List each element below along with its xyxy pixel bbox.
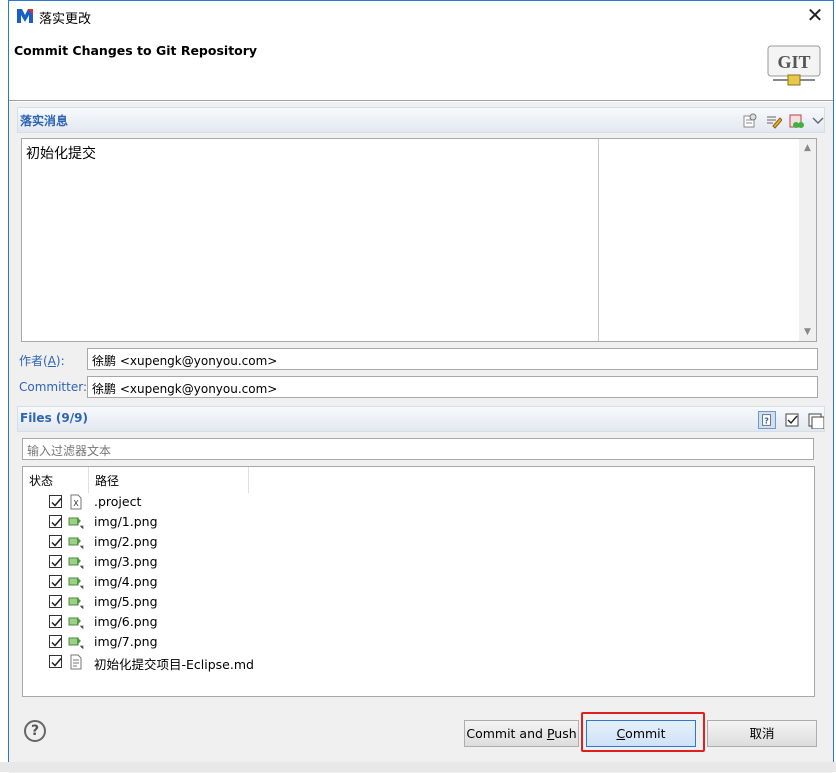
new-file-icon xyxy=(68,537,84,549)
column-header-status[interactable]: 状态 xyxy=(23,467,89,493)
column-header-path[interactable]: 路径 xyxy=(89,467,249,493)
text-file-icon xyxy=(70,654,82,670)
commit-and-push-button[interactable]: Commit and Push xyxy=(464,720,579,747)
file-name: img/5.png xyxy=(94,594,158,609)
table-row[interactable]: img/4.png xyxy=(23,572,814,592)
app-logo-icon xyxy=(17,9,33,23)
author-input[interactable]: 徐鹏 <xupengk@yonyou.com> xyxy=(87,348,818,370)
new-file-icon xyxy=(68,577,84,589)
background-taskbar-edge xyxy=(0,762,836,772)
file-checkbox[interactable] xyxy=(49,615,62,628)
svg-text:?: ? xyxy=(764,417,769,426)
scroll-down-chevron-icon[interactable]: ▼ xyxy=(802,327,813,337)
author-label: 作者(A): xyxy=(19,352,65,369)
new-file-icon xyxy=(68,617,84,629)
file-name: img/2.png xyxy=(94,534,158,549)
author-label-suffix: ): xyxy=(55,354,65,368)
close-button[interactable]: ✕ xyxy=(801,3,829,29)
files-table: 状态 路径 X .project img/1.png img/2.png img… xyxy=(22,466,815,697)
file-name: .project xyxy=(94,494,142,509)
table-row[interactable]: X .project xyxy=(23,492,814,512)
committer-input[interactable]: 徐鹏 <xupengk@yonyou.com> xyxy=(87,376,818,398)
new-file-icon xyxy=(68,637,84,649)
git-logo-text: GIT xyxy=(777,52,810,72)
file-checkbox[interactable] xyxy=(49,555,62,568)
file-name: img/3.png xyxy=(94,554,158,569)
dialog-header: Commit Changes to Git Repository GIT xyxy=(9,31,833,101)
file-name: img/4.png xyxy=(94,574,158,589)
commit-message-text[interactable]: 初始化提交 xyxy=(26,143,96,163)
file-checkbox[interactable] xyxy=(49,655,62,668)
file-filter-input[interactable]: 输入过滤器文本 xyxy=(22,438,814,460)
deselect-all-checkbox-icon[interactable] xyxy=(806,411,824,429)
files-section-title: Files (9/9) xyxy=(20,411,88,425)
help-icon[interactable]: ? xyxy=(24,720,46,742)
commit-dialog: 落实更改 ✕ Commit Changes to Git Repository … xyxy=(8,0,834,773)
window-title: 落实更改 xyxy=(39,12,92,27)
table-row[interactable]: img/2.png xyxy=(23,532,814,552)
title-bar: 落实更改 ✕ xyxy=(9,1,833,31)
file-name: img/6.png xyxy=(94,614,158,629)
table-row[interactable]: img/5.png xyxy=(23,592,814,612)
commit-message-editor[interactable]: 初始化提交 ▲ ▼ xyxy=(21,138,817,342)
file-checkbox[interactable] xyxy=(49,595,62,608)
amend-edit-icon[interactable] xyxy=(764,112,782,130)
commit-and-push-label-suffix: ush xyxy=(554,726,577,741)
new-file-icon xyxy=(68,557,84,569)
show-untracked-icon[interactable]: ? xyxy=(758,411,776,429)
commit-button-highlight-annotation xyxy=(581,712,705,752)
table-row[interactable]: img/6.png xyxy=(23,612,814,632)
new-file-icon xyxy=(68,597,84,609)
files-section-header: Files (9/9) ? xyxy=(17,406,825,432)
author-label-mnemonic: A xyxy=(47,354,56,368)
file-name: 初始化提交项目-Eclipse.md xyxy=(94,657,254,672)
commit-message-section-title: 落实消息 xyxy=(20,114,69,128)
table-row[interactable]: img/1.png xyxy=(23,512,814,532)
scroll-up-chevron-icon[interactable]: ▲ xyxy=(802,143,813,153)
file-checkbox[interactable] xyxy=(49,515,62,528)
cancel-button[interactable]: 取消 xyxy=(707,720,817,747)
commit-message-section-header: 落实消息 xyxy=(17,107,825,133)
new-file-icon xyxy=(68,517,84,529)
change-id-icon[interactable] xyxy=(787,112,805,130)
table-row[interactable]: img/7.png xyxy=(23,632,814,652)
git-logo-icon: GIT xyxy=(767,45,821,86)
file-checkbox[interactable] xyxy=(49,575,62,588)
file-name: img/1.png xyxy=(94,514,158,529)
commit-and-push-label-prefix: Commit and xyxy=(466,726,547,741)
file-checkbox[interactable] xyxy=(49,635,62,648)
message-ruler-divider xyxy=(598,139,599,341)
file-checkbox[interactable] xyxy=(49,495,62,508)
view-menu-chevron-down-icon[interactable] xyxy=(809,112,827,130)
message-scrollbar[interactable]: ▲ ▼ xyxy=(799,139,816,341)
dialog-title: Commit Changes to Git Repository xyxy=(14,43,258,58)
committer-label: Committer: xyxy=(19,380,87,394)
sign-off-icon[interactable] xyxy=(741,112,759,130)
file-name: img/7.png xyxy=(94,634,158,649)
xml-file-icon: X xyxy=(70,494,82,510)
table-row[interactable]: img/3.png xyxy=(23,552,814,572)
author-label-prefix: 作者( xyxy=(19,354,48,368)
table-row[interactable]: 初始化提交项目-Eclipse.md xyxy=(23,652,814,672)
select-all-checkbox-icon[interactable] xyxy=(783,411,801,429)
svg-text:X: X xyxy=(73,499,79,508)
file-checkbox[interactable] xyxy=(49,535,62,548)
